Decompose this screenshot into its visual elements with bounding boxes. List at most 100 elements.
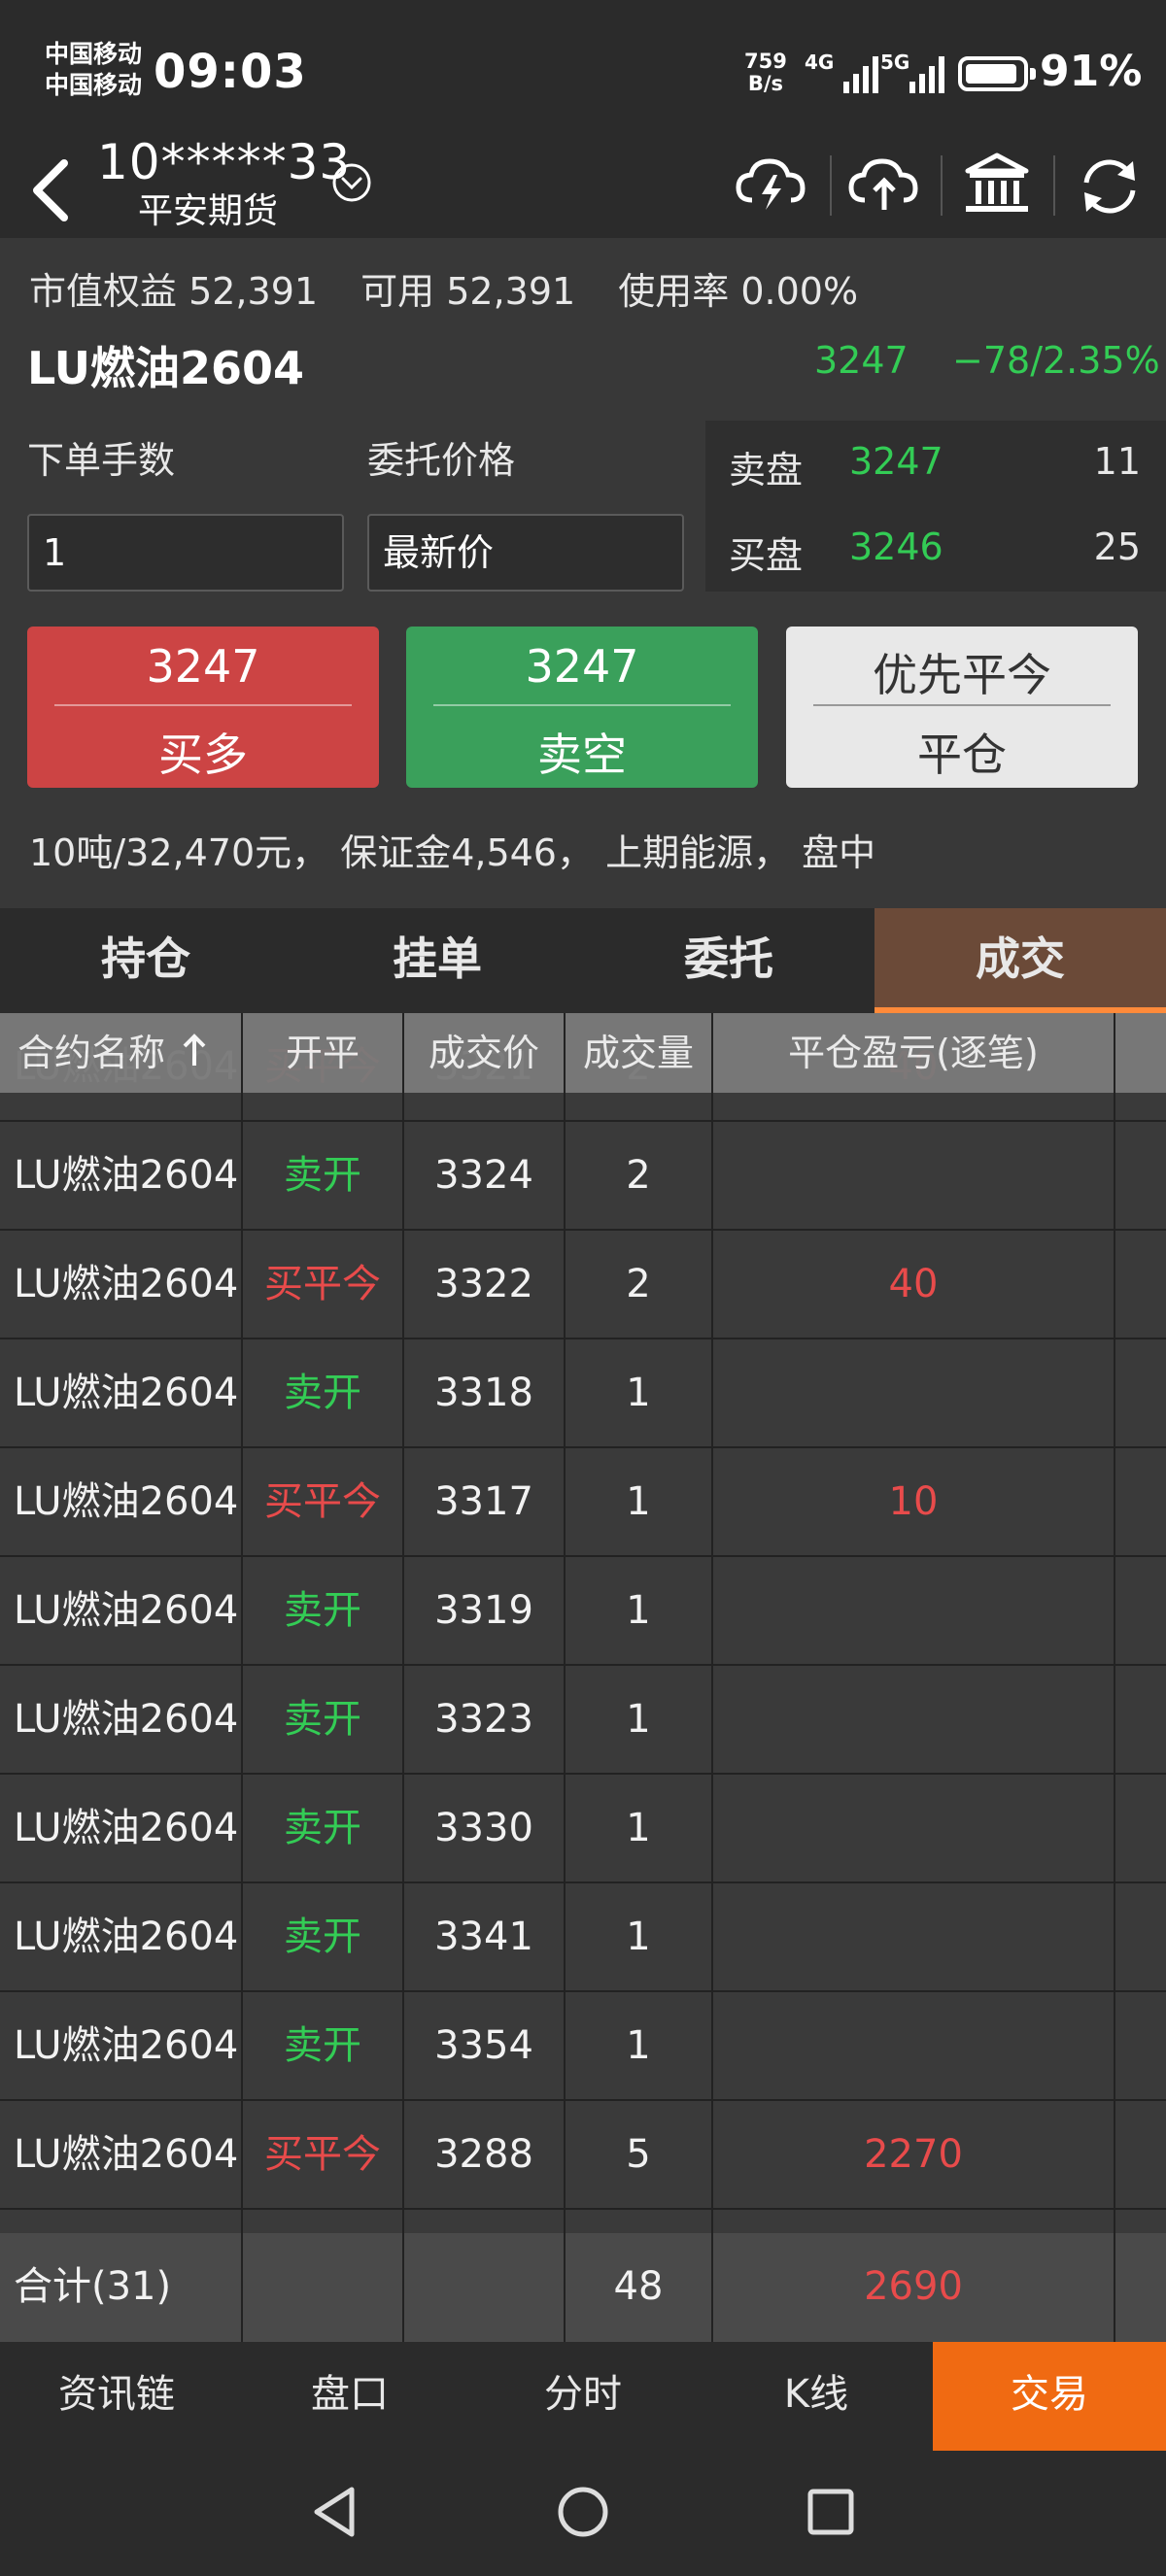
header-pnl[interactable]: 平仓盈亏(逐笔) (713, 1013, 1114, 1093)
cloud-lightning-icon[interactable] (731, 146, 812, 227)
carrier-1: 中国移动 (45, 40, 143, 68)
system-nav-bar (0, 2451, 1166, 2576)
column-divider (241, 1013, 243, 2342)
cell-price: 3319 (434, 1588, 533, 1633)
table-row[interactable]: LU燃油2604 卖开 3324 2 (0, 1122, 1166, 1231)
broker-name: 平安期货 (138, 191, 279, 231)
table-row[interactable]: LU燃油2604 卖开 3354 1 (0, 1992, 1166, 2101)
contract-name[interactable]: LU燃油2604 (27, 333, 304, 397)
cell-volume: 5 (626, 2132, 651, 2177)
header-divider (1053, 155, 1055, 216)
cell-pnl (713, 1557, 1114, 1664)
table-row[interactable]: LU燃油2604 买平今 3322 2 40 (0, 1231, 1166, 1339)
price-label: 委托价格 (367, 439, 516, 482)
close-label: 平仓 (917, 729, 1007, 781)
cell-pnl: 40 (888, 1262, 939, 1306)
cell-price: 3323 (434, 1697, 533, 1742)
table-row[interactable]: LU燃油2604 卖开 3341 1 (0, 1883, 1166, 1992)
nav-depth[interactable]: 盘口 (233, 2342, 466, 2451)
table-row[interactable]: LU燃油2604 卖开 3318 1 (0, 1339, 1166, 1448)
cell-price: 3322 (434, 1262, 533, 1306)
tab-pending[interactable]: 挂单 (292, 908, 583, 1013)
cell-pnl (713, 1992, 1114, 2099)
cell-contract: LU燃油2604 (14, 1371, 239, 1415)
header-price[interactable]: 成交价 (404, 1013, 564, 1093)
dropdown-icon[interactable] (330, 161, 373, 204)
system-recents-icon[interactable] (797, 2478, 865, 2546)
cell-contract: LU燃油2604 (14, 1479, 239, 1524)
price-input[interactable]: 最新价 (367, 514, 684, 592)
trades-table[interactable]: 合约名称 开平 成交价 成交量 平仓盈亏(逐笔) LU燃油2604 买平今 33… (0, 1013, 1166, 2342)
total-pnl: 2690 (864, 2264, 963, 2309)
table-row[interactable]: LU燃油2604 卖开 3323 1 (0, 1666, 1166, 1775)
table-row[interactable]: LU燃油2604 卖开 3330 1 (0, 1775, 1166, 1883)
usage-rate: 使用率 0.00% (618, 270, 859, 313)
table-row[interactable]: LU燃油2604 买平今 3317 1 10 (0, 1448, 1166, 1557)
close-position-button[interactable]: 优先平今 平仓 (786, 627, 1138, 788)
cloud-upload-icon[interactable] (843, 146, 925, 227)
system-home-icon[interactable] (549, 2478, 617, 2546)
signal-5g: 5G (880, 49, 958, 101)
header-divider (941, 155, 943, 216)
total-row: 合计(31) 48 2690 (0, 2233, 1166, 2342)
qty-input[interactable]: 1 (27, 514, 344, 592)
status-bar: 中国移动 中国移动 09:03 759 B/s 4G 5G 91% (0, 0, 1166, 146)
cell-price: 3330 (434, 1806, 533, 1850)
header-open-close[interactable]: 开平 (243, 1013, 402, 1093)
header-contract-label: 合约名称 (17, 1032, 166, 1074)
network-speed: 759 B/s (744, 51, 787, 95)
nav-intraday[interactable]: 分时 (466, 2342, 700, 2451)
buy-long-button[interactable]: 3247 买多 (27, 627, 379, 788)
available-value: 可用 52,391 (360, 270, 576, 313)
cell-volume: 1 (626, 1806, 651, 1850)
nav-news[interactable]: 资讯链 (0, 2342, 233, 2451)
cell-contract: LU燃油2604 (14, 1697, 239, 1742)
order-panel: 市值权益 52,391 可用 52,391 使用率 0.00% LU燃油2604… (0, 238, 1166, 908)
cell-open-close: 卖开 (284, 1806, 361, 1850)
cell-pnl (713, 1883, 1114, 1990)
tab-trades[interactable]: 成交 (874, 908, 1166, 1013)
sort-arrow-icon (183, 1034, 206, 1066)
cell-price: 3324 (434, 1153, 533, 1198)
header-volume[interactable]: 成交量 (566, 1013, 711, 1093)
sell-price: 3247 (525, 640, 639, 693)
tab-positions[interactable]: 持仓 (0, 908, 292, 1013)
ask-price: 3247 (849, 440, 943, 483)
cell-volume: 1 (626, 1915, 651, 1959)
bank-icon[interactable] (956, 146, 1038, 227)
column-divider (711, 1013, 713, 2342)
total-label: 合计(31) (14, 2264, 172, 2309)
cell-contract: LU燃油2604 (14, 1915, 239, 1959)
cell-open-close: 买平今 (264, 1479, 381, 1524)
cell-open-close: 卖开 (284, 1915, 361, 1959)
bottom-nav: 资讯链 盘口 分时 K线 交易 (0, 2342, 1166, 2451)
tab-orders[interactable]: 委托 (583, 908, 874, 1013)
column-divider (1114, 1013, 1115, 2342)
bid-label: 买盘 (729, 534, 804, 577)
cell-pnl (713, 1122, 1114, 1229)
cell-pnl: 10 (888, 1479, 939, 1524)
tab-bar: 持仓 挂单 委托 成交 (0, 908, 1166, 1013)
cell-contract: LU燃油2604 (14, 1153, 239, 1198)
table-row[interactable]: LU燃油2604 卖开 3319 1 (0, 1557, 1166, 1666)
back-icon[interactable] (21, 152, 80, 229)
cell-volume: 1 (626, 1371, 651, 1415)
nav-trade[interactable]: 交易 (933, 2342, 1166, 2451)
cell-open-close: 买平今 (264, 1262, 381, 1306)
cell-volume: 2 (626, 1153, 651, 1198)
cell-price: 3318 (434, 1371, 533, 1415)
account-summary: 市值权益 52,391 可用 52,391 使用率 0.00% (29, 261, 889, 315)
table-row[interactable]: LU燃油2604 买平今 3288 5 2270 (0, 2101, 1166, 2210)
cell-contract: LU燃油2604 (14, 2132, 239, 2177)
ask-row[interactable]: 卖盘 3247 11 (705, 421, 1166, 506)
nav-kline[interactable]: K线 (700, 2342, 933, 2451)
sell-short-button[interactable]: 3247 卖空 (406, 627, 758, 788)
system-back-icon[interactable] (301, 2478, 369, 2546)
net-speed-unit: B/s (747, 72, 784, 95)
cell-contract: LU燃油2604 (14, 1806, 239, 1850)
bid-row[interactable]: 买盘 3246 25 (705, 506, 1166, 592)
buy-price: 3247 (146, 640, 260, 693)
header-contract[interactable]: 合约名称 (0, 1013, 241, 1093)
equity-value: 市值权益 52,391 (29, 270, 319, 313)
refresh-icon[interactable] (1069, 146, 1150, 227)
